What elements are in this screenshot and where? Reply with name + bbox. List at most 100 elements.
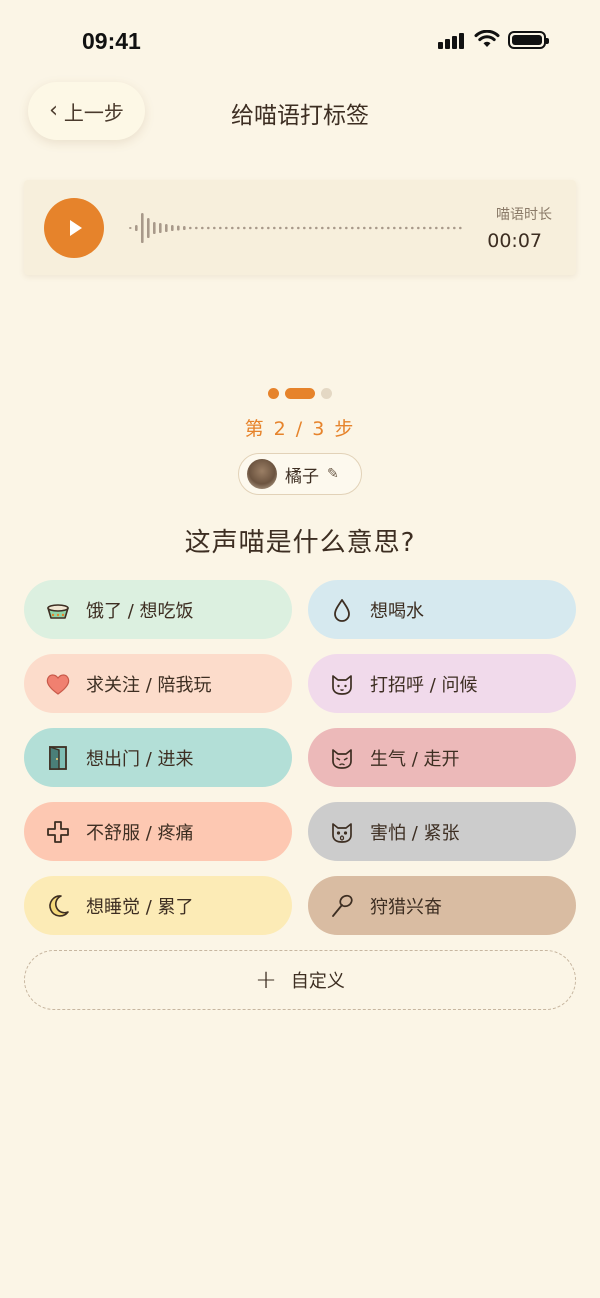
waveform-bar <box>435 226 438 230</box>
option-cat-toy[interactable]: 狩猎兴奋 <box>308 876 576 935</box>
waveform-bar <box>129 227 132 229</box>
waveform-bar <box>207 226 210 230</box>
status-time: 09:41 <box>82 28 141 54</box>
door-icon <box>44 744 72 772</box>
waveform-bar <box>429 226 432 230</box>
duration-value: 00:07 <box>487 230 542 252</box>
plus-icon: + <box>255 965 277 995</box>
waveform-bar <box>153 222 156 234</box>
medical-cross-icon <box>44 818 72 846</box>
duration-label: 喵语时长 <box>496 207 552 223</box>
waveform-bar <box>327 226 330 230</box>
waveform-bar <box>441 226 444 230</box>
waveform-bar <box>291 226 294 230</box>
cellular-signal-icon <box>438 30 466 49</box>
option-scared-cat[interactable]: 害怕 / 紧张 <box>308 802 576 861</box>
waveform-bar <box>165 224 168 232</box>
waveform-bar <box>159 223 162 233</box>
waveform-bar <box>147 218 150 238</box>
waveform-bar <box>261 226 264 230</box>
scared-cat-icon <box>328 818 356 846</box>
option-label: 害怕 / 紧张 <box>370 822 460 844</box>
cat-toy-icon <box>328 892 356 920</box>
waveform-bar <box>351 226 354 230</box>
option-moon[interactable]: 想睡觉 / 累了 <box>24 876 292 935</box>
waveform-bar <box>345 226 348 230</box>
waveform-bar <box>285 226 288 230</box>
waveform-bar <box>279 226 282 230</box>
option-food-bowl[interactable]: 饿了 / 想吃饭 <box>24 580 292 639</box>
waveform-bar <box>321 226 324 230</box>
waveform-bar <box>189 226 192 230</box>
page-title: 给喵语打标签 <box>231 103 369 129</box>
food-bowl-icon <box>44 596 72 624</box>
option-angry-cat[interactable]: 生气 / 走开 <box>308 728 576 787</box>
waveform-bar <box>399 226 402 230</box>
custom-tag-button[interactable]: + 自定义 <box>24 950 576 1010</box>
play-icon <box>70 220 82 236</box>
waveform-bar <box>249 226 252 230</box>
step-indicator <box>0 388 600 399</box>
cat-selector-chip[interactable]: 橘子 ✎ <box>238 453 362 495</box>
audio-player-card: 喵语时长 00:07 <box>24 180 576 275</box>
waveform-bar <box>267 226 270 230</box>
waveform-bar <box>303 226 306 230</box>
audio-waveform[interactable] <box>127 202 467 254</box>
option-label: 生气 / 走开 <box>370 748 460 770</box>
waveform-bar <box>177 225 180 231</box>
waveform-bar <box>459 226 462 230</box>
option-label: 想睡觉 / 累了 <box>86 896 194 918</box>
cat-name: 橘子 <box>285 466 319 487</box>
play-button[interactable] <box>44 198 104 258</box>
waveform-bar <box>231 226 234 230</box>
option-water-drop[interactable]: 想喝水 <box>308 580 576 639</box>
option-door[interactable]: 想出门 / 进来 <box>24 728 292 787</box>
option-label: 不舒服 / 疼痛 <box>86 822 194 844</box>
waveform-bar <box>339 226 342 230</box>
waveform-bar <box>447 226 450 230</box>
option-label: 想出门 / 进来 <box>86 748 194 770</box>
waveform-bar <box>393 226 396 230</box>
angry-cat-icon <box>328 744 356 772</box>
option-label: 饿了 / 想吃饭 <box>86 600 194 622</box>
meaning-options: 饿了 / 想吃饭 想喝水求关注 / 陪我玩 打招呼 / 问候想出门 / 进来 生气 /… <box>24 580 576 935</box>
waveform-bar <box>141 213 144 243</box>
waveform-bar <box>363 226 366 230</box>
option-label: 打招呼 / 问候 <box>370 674 478 696</box>
option-label: 求关注 / 陪我玩 <box>86 674 212 696</box>
custom-tag-label: 自定义 <box>290 971 345 992</box>
waveform-bar <box>195 226 198 230</box>
moon-icon <box>44 892 72 920</box>
waveform-bar <box>333 226 336 230</box>
waveform-bar <box>225 226 228 230</box>
waveform-bar <box>411 226 414 230</box>
waveform-bar <box>213 226 216 230</box>
waveform-bar <box>405 226 408 230</box>
step-dot-current <box>285 388 315 399</box>
cat-avatar <box>247 459 277 489</box>
step-dot-todo <box>321 388 332 399</box>
waveform-bar <box>453 226 456 230</box>
option-medical-cross[interactable]: 不舒服 / 疼痛 <box>24 802 292 861</box>
waveform-bar <box>369 226 372 230</box>
pencil-icon: ✎ <box>327 466 339 482</box>
waveform-bar <box>357 226 360 230</box>
option-label: 狩猎兴奋 <box>370 896 442 918</box>
option-label: 想喝水 <box>370 600 424 622</box>
waveform-bar <box>387 226 390 230</box>
waveform-bar <box>381 226 384 230</box>
waveform-bar <box>273 226 276 230</box>
waveform-bar <box>201 226 204 230</box>
step-dot-done <box>268 388 279 399</box>
option-heart[interactable]: 求关注 / 陪我玩 <box>24 654 292 713</box>
water-drop-icon <box>328 596 356 624</box>
wifi-icon <box>474 30 500 47</box>
waveform-bar <box>135 225 138 231</box>
waveform-bar <box>171 225 174 231</box>
waveform-bar <box>219 226 222 230</box>
battery-icon <box>508 30 549 49</box>
option-cat-face[interactable]: 打招呼 / 问候 <box>308 654 576 713</box>
waveform-bar <box>417 226 420 230</box>
status-icons <box>438 30 549 49</box>
waveform-bar <box>237 226 240 230</box>
